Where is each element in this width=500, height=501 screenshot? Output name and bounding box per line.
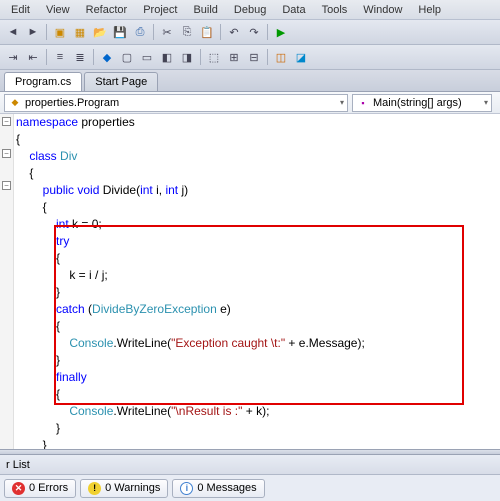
messages-button[interactable]: i 0 Messages [172, 479, 264, 498]
new-project-icon[interactable]: ▣ [51, 23, 69, 41]
member-dropdown[interactable]: ▪ Main(string[] args) [352, 94, 492, 112]
save-all-icon[interactable]: ⎙ [131, 23, 149, 41]
error-icon: ✕ [12, 482, 25, 495]
comment-icon[interactable]: ≡ [51, 48, 69, 66]
separator [220, 24, 221, 40]
error-list-header: r List [0, 455, 500, 475]
outdent-icon[interactable]: ⇤ [24, 48, 42, 66]
fold-toggle-icon[interactable]: − [2, 181, 11, 190]
menu-help[interactable]: Help [411, 2, 448, 18]
forward-icon[interactable]: ► [24, 23, 42, 41]
member-dropdown-label: Main(string[] args) [373, 97, 462, 109]
separator [267, 24, 268, 40]
toolbar-row-2: ⇥ ⇤ ≡ ≣ ◆ ▢ ▭ ◧ ◨ ⬚ ⊞ ⊟ ◫ ◪ [0, 45, 500, 70]
back-icon[interactable]: ◄ [4, 23, 22, 41]
paste-icon[interactable]: 📋 [198, 23, 216, 41]
error-list-title: r List [6, 459, 30, 471]
add-item-icon[interactable]: ▦ [71, 23, 89, 41]
errors-button[interactable]: ✕ 0 Errors [4, 479, 76, 498]
class-icon: ◆ [9, 97, 21, 109]
document-tab-bar: Program.cs Start Page [0, 70, 500, 92]
error-list-toolbar: ✕ 0 Errors ! 0 Warnings i 0 Messages [0, 475, 500, 501]
errors-label: 0 Errors [29, 482, 68, 494]
tool-icon[interactable]: ◪ [292, 48, 310, 66]
messages-label: 0 Messages [197, 482, 256, 494]
cut-icon[interactable]: ✂ [158, 23, 176, 41]
code-nav-bar: ◆ properties.Program ▪ Main(string[] arg… [0, 92, 500, 114]
code-editor[interactable]: − − − namespace properties { class Div {… [0, 114, 500, 449]
tool-icon[interactable]: ⊟ [245, 48, 263, 66]
run-icon[interactable]: ▶ [272, 23, 290, 41]
tool-icon[interactable]: ◨ [178, 48, 196, 66]
copy-icon[interactable]: ⎘ [178, 23, 196, 41]
menu-tools[interactable]: Tools [315, 2, 355, 18]
method-icon: ▪ [357, 97, 369, 109]
highlight-box [54, 225, 464, 405]
save-icon[interactable]: 💾 [111, 23, 129, 41]
info-icon: i [180, 482, 193, 495]
menu-refactor[interactable]: Refactor [79, 2, 135, 18]
warning-icon: ! [88, 482, 101, 495]
separator [46, 24, 47, 40]
class-dropdown-label: properties.Program [25, 97, 119, 109]
menu-window[interactable]: Window [356, 2, 409, 18]
tool-icon[interactable]: ⊞ [225, 48, 243, 66]
tool-icon[interactable]: ▭ [138, 48, 156, 66]
warnings-label: 0 Warnings [105, 482, 160, 494]
separator [267, 49, 268, 65]
menu-project[interactable]: Project [136, 2, 184, 18]
separator [93, 49, 94, 65]
separator [153, 24, 154, 40]
separator [200, 49, 201, 65]
class-dropdown[interactable]: ◆ properties.Program [4, 94, 348, 112]
menu-bar: Edit View Refactor Project Build Debug D… [0, 0, 500, 20]
tab-program-cs[interactable]: Program.cs [4, 72, 82, 91]
toolbar-row-1: ◄ ► ▣ ▦ 📂 💾 ⎙ ✂ ⎘ 📋 ↶ ↷ ▶ [0, 20, 500, 45]
tool-icon[interactable]: ▢ [118, 48, 136, 66]
menu-debug[interactable]: Debug [227, 2, 273, 18]
tool-icon[interactable]: ◫ [272, 48, 290, 66]
indent-icon[interactable]: ⇥ [4, 48, 22, 66]
menu-build[interactable]: Build [186, 2, 224, 18]
open-icon[interactable]: 📂 [91, 23, 109, 41]
uncomment-icon[interactable]: ≣ [71, 48, 89, 66]
redo-icon[interactable]: ↷ [245, 23, 263, 41]
fold-toggle-icon[interactable]: − [2, 149, 11, 158]
menu-edit[interactable]: Edit [4, 2, 37, 18]
tab-start-page[interactable]: Start Page [84, 72, 158, 91]
menu-data[interactable]: Data [275, 2, 312, 18]
undo-icon[interactable]: ↶ [225, 23, 243, 41]
fold-gutter: − − − [0, 114, 14, 449]
separator [46, 49, 47, 65]
fold-toggle-icon[interactable]: − [2, 117, 11, 126]
menu-view[interactable]: View [39, 2, 77, 18]
tool-icon[interactable]: ⬚ [205, 48, 223, 66]
bookmark-icon[interactable]: ◆ [98, 48, 116, 66]
tool-icon[interactable]: ◧ [158, 48, 176, 66]
warnings-button[interactable]: ! 0 Warnings [80, 479, 168, 498]
